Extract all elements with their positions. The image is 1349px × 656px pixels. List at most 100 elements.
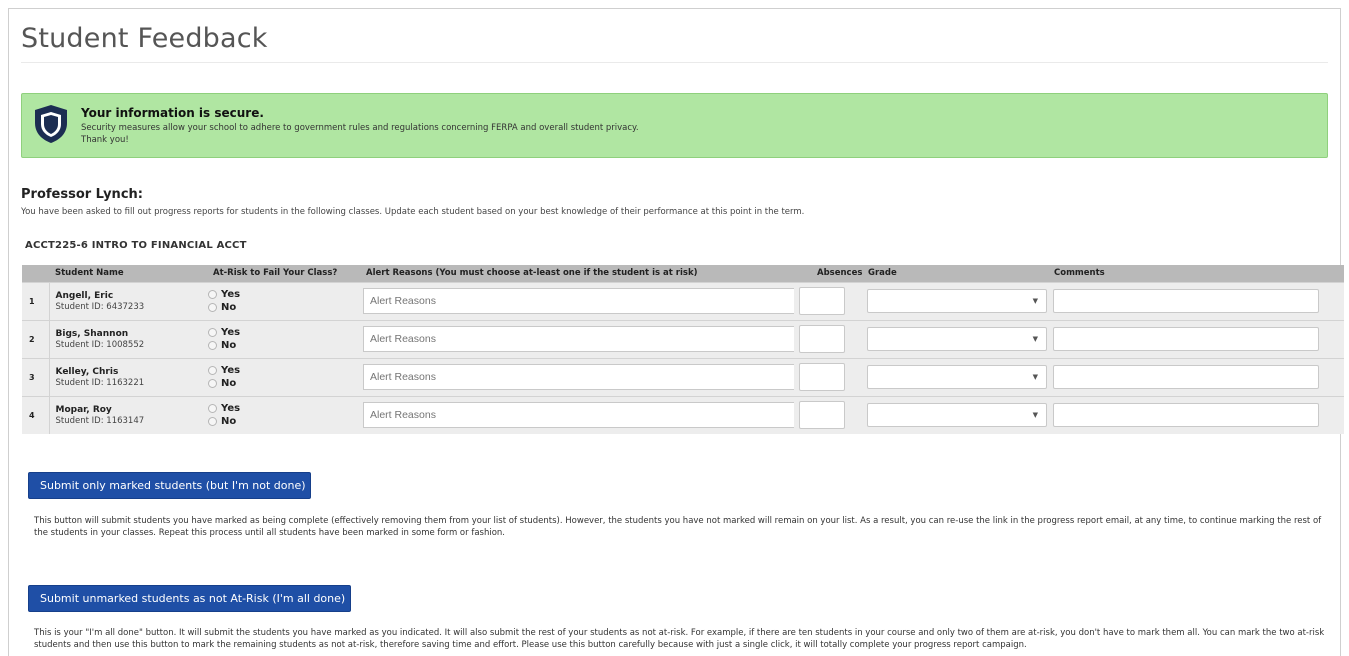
at-risk-cell: Yes No	[207, 395, 360, 434]
student-cell: Mopar, Roy Student ID: 1163147	[48, 395, 207, 434]
no-label: No	[221, 340, 237, 351]
at-risk-no-option[interactable]: No	[207, 377, 360, 390]
security-notice: Your information is secure. Security mea…	[21, 93, 1328, 158]
grade-select[interactable]: ▼	[867, 403, 1047, 428]
absences-input[interactable]	[799, 363, 845, 391]
grade-cell: ▼	[865, 281, 1052, 320]
grade-cell: ▼	[865, 395, 1052, 434]
absences-input[interactable]	[799, 325, 845, 353]
student-name: Kelley, Chris	[55, 366, 119, 377]
professor-name: Professor Lynch:	[21, 187, 143, 202]
comments-input[interactable]	[1053, 403, 1319, 428]
comments-input[interactable]	[1053, 289, 1319, 313]
professor-instructions: You have been asked to fill out progress…	[21, 207, 805, 217]
absences-cell	[794, 395, 865, 434]
grade-cell: ▼	[865, 319, 1052, 358]
comments-cell	[1052, 319, 1344, 358]
at-risk-yes-option[interactable]: Yes	[207, 288, 360, 301]
student-id: Student ID: 6437233	[55, 301, 145, 312]
at-risk-yes-option[interactable]: Yes	[207, 326, 360, 339]
comments-input[interactable]	[1053, 365, 1319, 389]
student-name: Mopar, Roy	[55, 404, 112, 415]
comments-input[interactable]	[1053, 327, 1319, 351]
alert-reasons-cell	[360, 281, 795, 320]
absences-cell	[794, 281, 865, 320]
grade-cell: ▼	[865, 357, 1052, 396]
course-title: ACCT225-6 INTRO TO FINANCIAL ACCT	[25, 240, 247, 251]
comments-cell	[1052, 395, 1344, 434]
caret-down-icon: ▼	[1032, 335, 1038, 343]
shield-icon	[35, 105, 67, 143]
comments-cell	[1052, 357, 1344, 396]
alert-reasons-cell	[360, 319, 795, 358]
yes-label: Yes	[221, 327, 241, 338]
at-risk-no-option[interactable]: No	[207, 415, 360, 428]
alert-reasons-header: Alert Reasons (You must choose at-least …	[360, 265, 794, 282]
at-risk-cell: Yes No	[207, 357, 360, 396]
absences-cell	[794, 319, 865, 358]
student-name-header: Student Name	[49, 265, 207, 282]
table-row: 3 Kelley, Chris Student ID: 1163221 Yes …	[22, 357, 1344, 396]
at-risk-no-radio[interactable]	[208, 417, 217, 427]
at-risk-yes-option[interactable]: Yes	[207, 402, 360, 415]
caret-down-icon: ▼	[1032, 411, 1038, 420]
alert-reasons-cell	[360, 357, 795, 396]
submit-all-button[interactable]: Submit unmarked students as not At-Risk …	[28, 585, 351, 612]
grade-header: Grade	[865, 265, 1052, 282]
no-label: No	[221, 302, 237, 313]
grade-select[interactable]: ▼	[867, 289, 1047, 313]
yes-label: Yes	[221, 289, 241, 300]
alert-reasons-input[interactable]	[363, 402, 795, 429]
at-risk-no-option[interactable]: No	[207, 301, 360, 314]
no-label: No	[221, 416, 237, 428]
grade-select[interactable]: ▼	[867, 327, 1047, 351]
at-risk-yes-radio[interactable]	[208, 404, 217, 414]
student-id: Student ID: 1163147	[55, 415, 145, 426]
row-index: 4	[22, 395, 49, 434]
row-index: 2	[22, 319, 49, 358]
security-line-2: Thank you!	[81, 135, 129, 145]
submit-marked-button[interactable]: Submit only marked students (but I'm not…	[28, 472, 311, 499]
security-message: Security measures allow your school to a…	[81, 122, 639, 146]
comments-cell	[1052, 281, 1344, 320]
no-label: No	[221, 378, 237, 389]
student-cell: Kelley, Chris Student ID: 1163221	[48, 357, 207, 396]
at-risk-cell: Yes No	[207, 319, 360, 358]
table-row: 1 Angell, Eric Student ID: 6437233 Yes N…	[22, 281, 1344, 320]
at-risk-yes-radio[interactable]	[208, 290, 217, 299]
row-index: 3	[22, 357, 49, 396]
caret-down-icon: ▼	[1032, 373, 1038, 381]
absences-header: Absences	[794, 265, 865, 282]
student-id: Student ID: 1008552	[55, 339, 145, 350]
alert-reasons-cell	[360, 395, 795, 434]
security-line-1: Security measures allow your school to a…	[81, 123, 639, 133]
at-risk-yes-radio[interactable]	[208, 328, 217, 337]
at-risk-yes-option[interactable]: Yes	[207, 364, 360, 377]
alert-reasons-input[interactable]	[363, 288, 795, 314]
at-risk-no-option[interactable]: No	[207, 339, 360, 352]
student-cell: Bigs, Shannon Student ID: 1008552	[48, 319, 207, 358]
table-row: 2 Bigs, Shannon Student ID: 1008552 Yes …	[22, 319, 1344, 358]
student-name: Bigs, Shannon	[55, 328, 129, 339]
alert-reasons-input[interactable]	[363, 326, 795, 352]
yes-label: Yes	[221, 365, 241, 376]
comments-header: Comments	[1052, 265, 1344, 282]
index-header	[22, 265, 49, 282]
at-risk-yes-radio[interactable]	[208, 366, 217, 375]
title-divider	[21, 62, 1328, 63]
security-title: Your information is secure.	[81, 106, 264, 120]
absences-input[interactable]	[799, 287, 845, 315]
student-cell: Angell, Eric Student ID: 6437233	[48, 281, 207, 320]
submit-all-note: This is your "I'm all done" button. It w…	[34, 628, 1325, 650]
at-risk-no-radio[interactable]	[208, 303, 217, 312]
absences-input[interactable]	[799, 401, 845, 430]
table-header-row: Student Name At-Risk to Fail Your Class?…	[22, 265, 1344, 282]
submit-marked-note: This button will submit students you hav…	[34, 516, 1322, 538]
at-risk-no-radio[interactable]	[208, 379, 217, 388]
at-risk-no-radio[interactable]	[208, 341, 217, 350]
alert-reasons-input[interactable]	[363, 364, 795, 390]
page-title: Student Feedback	[21, 23, 268, 54]
grade-select[interactable]: ▼	[867, 365, 1047, 389]
student-id: Student ID: 1163221	[55, 377, 145, 388]
at-risk-cell: Yes No	[207, 281, 360, 320]
